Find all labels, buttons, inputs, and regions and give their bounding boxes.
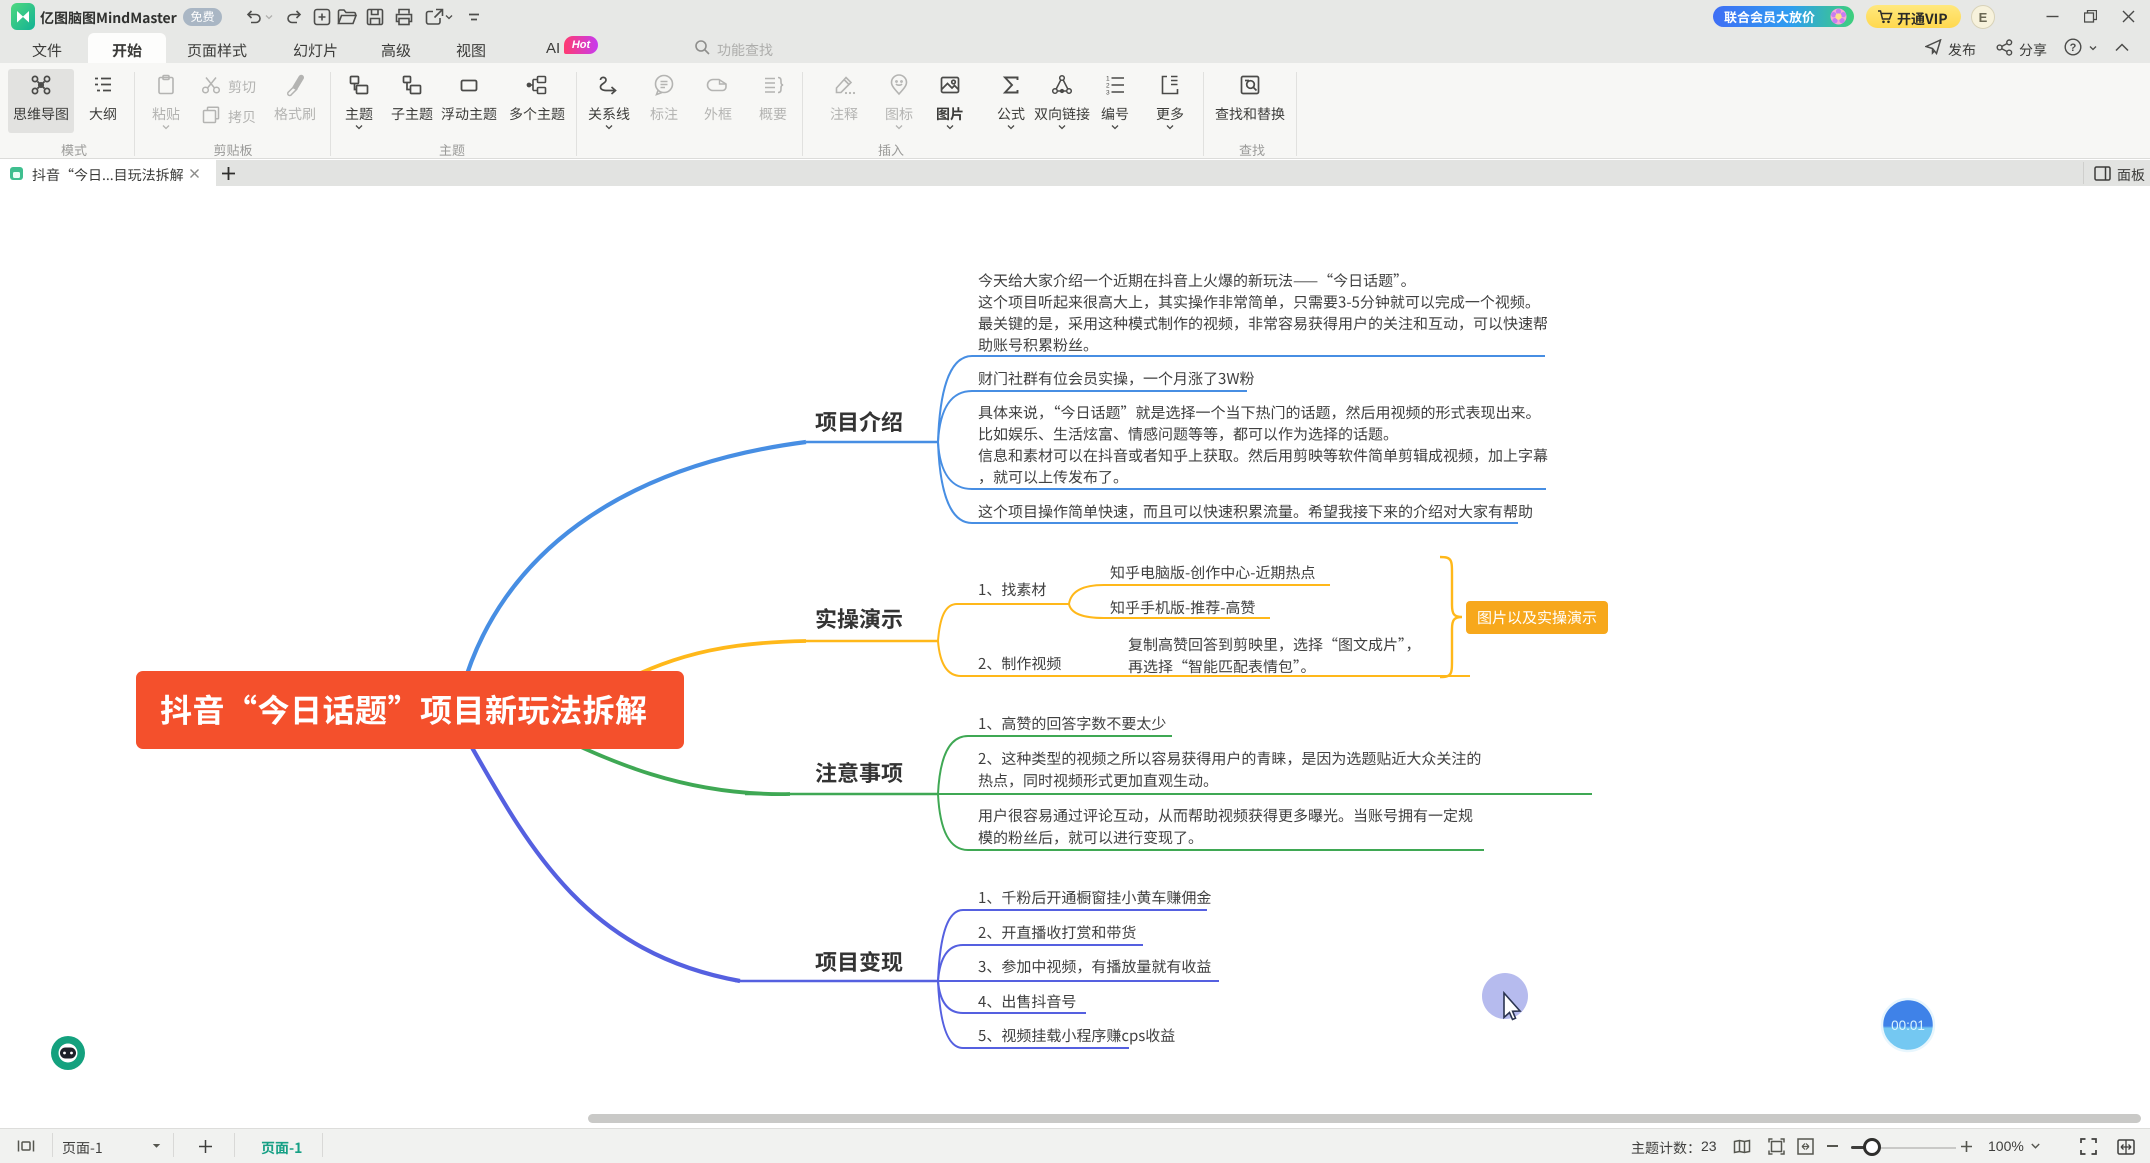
svg-text:用户很容易通过评论互动，从而帮助视频获得更多曝光。当账号拥有: 用户很容易通过评论互动，从而帮助视频获得更多曝光。当账号拥有一定规 bbox=[978, 805, 1473, 826]
svg-text:这个项目操作简单快速，而且可以快速积累流量。希望我接下来的介: 这个项目操作简单快速，而且可以快速积累流量。希望我接下来的介绍对大家有帮助 bbox=[978, 501, 1533, 522]
svg-text:注意事项: 注意事项 bbox=[815, 756, 903, 788]
svg-text:知乎手机版-推荐-高赞: 知乎手机版-推荐-高赞 bbox=[1110, 597, 1255, 618]
svg-text:模的粉丝后，就可以进行变现了。: 模的粉丝后，就可以进行变现了。 bbox=[978, 827, 1203, 848]
svg-text:1、千粉后开通橱窗挂小黄车赚佣金: 1、千粉后开通橱窗挂小黄车赚佣金 bbox=[978, 887, 1211, 908]
svg-text:2、制作视频: 2、制作视频 bbox=[978, 653, 1061, 674]
svg-text:3、参加中视频，有播放量就有收益: 3、参加中视频，有播放量就有收益 bbox=[978, 956, 1211, 977]
svg-text:5、视频挂载小程序赚cps收益: 5、视频挂载小程序赚cps收益 bbox=[978, 1025, 1175, 1046]
svg-text:图片以及实操演示: 图片以及实操演示 bbox=[1477, 607, 1597, 628]
svg-text:项目变现: 项目变现 bbox=[815, 945, 903, 977]
svg-text:抖音“今日话题”项目新玩法拆解: 抖音“今日话题”项目新玩法拆解 bbox=[160, 686, 648, 732]
svg-text:1、高赞的回答字数不要太少: 1、高赞的回答字数不要太少 bbox=[978, 713, 1166, 734]
svg-text:2、开直播收打赏和带货: 2、开直播收打赏和带货 bbox=[978, 922, 1136, 943]
svg-text:4、出售抖音号: 4、出售抖音号 bbox=[978, 991, 1076, 1012]
svg-text:财门社群有位会员实操，一个月涨了3W粉: 财门社群有位会员实操，一个月涨了3W粉 bbox=[978, 368, 1255, 389]
svg-text:实操演示: 实操演示 bbox=[815, 602, 903, 634]
svg-text:具体来说，“今日话题”就是选择一个当下热门的话题，然后用视频: 具体来说，“今日话题”就是选择一个当下热门的话题，然后用视频的形式表现出来。 bbox=[978, 402, 1541, 423]
svg-text:助账号积累粉丝。: 助账号积累粉丝。 bbox=[978, 335, 1098, 356]
svg-text:1、找素材: 1、找素材 bbox=[978, 579, 1046, 600]
svg-text:2、这种类型的视频之所以容易获得用户的青睐，是因为选题贴近大: 2、这种类型的视频之所以容易获得用户的青睐，是因为选题贴近大众关注的 bbox=[978, 748, 1481, 769]
svg-text:复制高赞回答到剪映里，选择“图文成片”，: 复制高赞回答到剪映里，选择“图文成片”， bbox=[1128, 634, 1421, 655]
svg-text:，就可以上传发布了。: ，就可以上传发布了。 bbox=[978, 467, 1128, 488]
svg-text:比如娱乐、生活炫富、情感问题等等，都可以作为选择的话题。: 比如娱乐、生活炫富、情感问题等等，都可以作为选择的话题。 bbox=[978, 424, 1398, 445]
svg-text:热点，同时视频形式更加直观生动。: 热点，同时视频形式更加直观生动。 bbox=[978, 770, 1218, 791]
svg-text:项目介绍: 项目介绍 bbox=[815, 405, 903, 437]
svg-text:知乎电脑版-创作中心-近期热点: 知乎电脑版-创作中心-近期热点 bbox=[1110, 562, 1315, 583]
svg-text:再选择“智能匹配表情包”。: 再选择“智能匹配表情包”。 bbox=[1128, 656, 1316, 677]
svg-text:今天给大家介绍一个近期在抖音上火爆的新玩法——“今日话题”。: 今天给大家介绍一个近期在抖音上火爆的新玩法——“今日话题”。 bbox=[978, 270, 1416, 291]
svg-text:00:01: 00:01 bbox=[1891, 1018, 1925, 1033]
svg-text:这个项目听起来很高大上，其实操作非常简单，只需要3-5分钟就: 这个项目听起来很高大上，其实操作非常简单，只需要3-5分钟就可以完成一个视频。 bbox=[978, 292, 1540, 313]
svg-text:信息和素材可以在抖音或者知乎上获取。然后用剪映等软件简单剪辑: 信息和素材可以在抖音或者知乎上获取。然后用剪映等软件简单剪辑成视频，加上字幕 bbox=[978, 445, 1548, 466]
svg-text:最关键的是，采用这种模式制作的视频，非常容易获得用户的关注和: 最关键的是，采用这种模式制作的视频，非常容易获得用户的关注和互动，可以快速帮 bbox=[978, 313, 1548, 334]
